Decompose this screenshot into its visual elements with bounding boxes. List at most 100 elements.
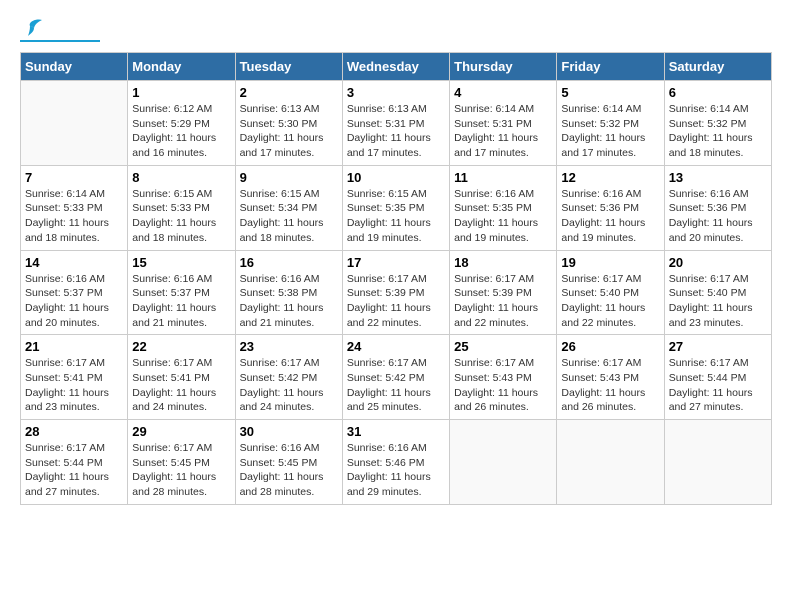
sunrise-text: Sunrise: 6:14 AM (669, 103, 749, 115)
sunrise-text: Sunrise: 6:17 AM (240, 357, 320, 369)
sunrise-text: Sunrise: 6:15 AM (132, 188, 212, 200)
sunset-text: Sunset: 5:32 PM (669, 118, 747, 130)
sunset-text: Sunset: 5:33 PM (132, 202, 210, 214)
day-info: Sunrise: 6:17 AM Sunset: 5:44 PM Dayligh… (25, 441, 123, 500)
day-info: Sunrise: 6:17 AM Sunset: 5:42 PM Dayligh… (240, 356, 338, 415)
day-info: Sunrise: 6:15 AM Sunset: 5:34 PM Dayligh… (240, 187, 338, 246)
calendar-cell: 16 Sunrise: 6:16 AM Sunset: 5:38 PM Dayl… (235, 250, 342, 335)
daylight-text: Daylight: 11 hours and 19 minutes. (561, 217, 645, 244)
day-info: Sunrise: 6:16 AM Sunset: 5:36 PM Dayligh… (561, 187, 659, 246)
day-number: 3 (347, 85, 445, 100)
sunset-text: Sunset: 5:29 PM (132, 118, 210, 130)
calendar-cell: 2 Sunrise: 6:13 AM Sunset: 5:30 PM Dayli… (235, 81, 342, 166)
calendar-cell: 11 Sunrise: 6:16 AM Sunset: 5:35 PM Dayl… (450, 165, 557, 250)
day-number: 17 (347, 255, 445, 270)
calendar-cell: 3 Sunrise: 6:13 AM Sunset: 5:31 PM Dayli… (342, 81, 449, 166)
day-number: 23 (240, 339, 338, 354)
day-info: Sunrise: 6:17 AM Sunset: 5:41 PM Dayligh… (25, 356, 123, 415)
day-info: Sunrise: 6:14 AM Sunset: 5:32 PM Dayligh… (561, 102, 659, 161)
day-number: 4 (454, 85, 552, 100)
sunrise-text: Sunrise: 6:17 AM (132, 442, 212, 454)
calendar-cell: 24 Sunrise: 6:17 AM Sunset: 5:42 PM Dayl… (342, 335, 449, 420)
day-number: 6 (669, 85, 767, 100)
weekday-header-friday: Friday (557, 53, 664, 81)
calendar-cell: 1 Sunrise: 6:12 AM Sunset: 5:29 PM Dayli… (128, 81, 235, 166)
day-number: 22 (132, 339, 230, 354)
day-number: 27 (669, 339, 767, 354)
sunrise-text: Sunrise: 6:16 AM (25, 273, 105, 285)
daylight-text: Daylight: 11 hours and 18 minutes. (240, 217, 324, 244)
calendar-cell: 30 Sunrise: 6:16 AM Sunset: 5:45 PM Dayl… (235, 420, 342, 505)
day-info: Sunrise: 6:17 AM Sunset: 5:43 PM Dayligh… (454, 356, 552, 415)
sunset-text: Sunset: 5:44 PM (25, 457, 103, 469)
calendar-table: SundayMondayTuesdayWednesdayThursdayFrid… (20, 52, 772, 505)
calendar-cell: 9 Sunrise: 6:15 AM Sunset: 5:34 PM Dayli… (235, 165, 342, 250)
day-number: 14 (25, 255, 123, 270)
calendar-cell (664, 420, 771, 505)
sunrise-text: Sunrise: 6:17 AM (347, 357, 427, 369)
day-number: 1 (132, 85, 230, 100)
sunset-text: Sunset: 5:46 PM (347, 457, 425, 469)
daylight-text: Daylight: 11 hours and 17 minutes. (240, 132, 324, 159)
daylight-text: Daylight: 11 hours and 16 minutes. (132, 132, 216, 159)
daylight-text: Daylight: 11 hours and 21 minutes. (240, 302, 324, 329)
day-number: 9 (240, 170, 338, 185)
sunset-text: Sunset: 5:32 PM (561, 118, 639, 130)
sunset-text: Sunset: 5:40 PM (561, 287, 639, 299)
calendar-week-3: 14 Sunrise: 6:16 AM Sunset: 5:37 PM Dayl… (21, 250, 772, 335)
day-info: Sunrise: 6:14 AM Sunset: 5:32 PM Dayligh… (669, 102, 767, 161)
sunrise-text: Sunrise: 6:16 AM (347, 442, 427, 454)
daylight-text: Daylight: 11 hours and 23 minutes. (669, 302, 753, 329)
day-number: 24 (347, 339, 445, 354)
daylight-text: Daylight: 11 hours and 18 minutes. (669, 132, 753, 159)
sunset-text: Sunset: 5:35 PM (347, 202, 425, 214)
page-header (20, 20, 772, 42)
day-number: 25 (454, 339, 552, 354)
day-number: 31 (347, 424, 445, 439)
sunrise-text: Sunrise: 6:17 AM (454, 273, 534, 285)
day-info: Sunrise: 6:17 AM Sunset: 5:41 PM Dayligh… (132, 356, 230, 415)
calendar-cell: 10 Sunrise: 6:15 AM Sunset: 5:35 PM Dayl… (342, 165, 449, 250)
daylight-text: Daylight: 11 hours and 29 minutes. (347, 471, 431, 498)
sunset-text: Sunset: 5:42 PM (240, 372, 318, 384)
weekday-header-wednesday: Wednesday (342, 53, 449, 81)
daylight-text: Daylight: 11 hours and 20 minutes. (25, 302, 109, 329)
day-info: Sunrise: 6:13 AM Sunset: 5:30 PM Dayligh… (240, 102, 338, 161)
day-number: 10 (347, 170, 445, 185)
weekday-header-monday: Monday (128, 53, 235, 81)
weekday-header-tuesday: Tuesday (235, 53, 342, 81)
sunrise-text: Sunrise: 6:17 AM (347, 273, 427, 285)
sunset-text: Sunset: 5:36 PM (669, 202, 747, 214)
calendar-cell: 21 Sunrise: 6:17 AM Sunset: 5:41 PM Dayl… (21, 335, 128, 420)
sunset-text: Sunset: 5:39 PM (454, 287, 532, 299)
day-number: 19 (561, 255, 659, 270)
day-number: 11 (454, 170, 552, 185)
day-number: 29 (132, 424, 230, 439)
day-info: Sunrise: 6:14 AM Sunset: 5:31 PM Dayligh… (454, 102, 552, 161)
sunrise-text: Sunrise: 6:16 AM (240, 273, 320, 285)
sunset-text: Sunset: 5:42 PM (347, 372, 425, 384)
sunset-text: Sunset: 5:43 PM (561, 372, 639, 384)
daylight-text: Daylight: 11 hours and 25 minutes. (347, 387, 431, 414)
daylight-text: Daylight: 11 hours and 24 minutes. (132, 387, 216, 414)
day-number: 20 (669, 255, 767, 270)
sunrise-text: Sunrise: 6:16 AM (669, 188, 749, 200)
sunrise-text: Sunrise: 6:12 AM (132, 103, 212, 115)
day-number: 21 (25, 339, 123, 354)
calendar-cell: 31 Sunrise: 6:16 AM Sunset: 5:46 PM Dayl… (342, 420, 449, 505)
calendar-cell: 13 Sunrise: 6:16 AM Sunset: 5:36 PM Dayl… (664, 165, 771, 250)
sunrise-text: Sunrise: 6:17 AM (132, 357, 212, 369)
weekday-header-thursday: Thursday (450, 53, 557, 81)
daylight-text: Daylight: 11 hours and 18 minutes. (132, 217, 216, 244)
calendar-cell: 15 Sunrise: 6:16 AM Sunset: 5:37 PM Dayl… (128, 250, 235, 335)
sunset-text: Sunset: 5:39 PM (347, 287, 425, 299)
calendar-cell (557, 420, 664, 505)
daylight-text: Daylight: 11 hours and 18 minutes. (25, 217, 109, 244)
day-info: Sunrise: 6:17 AM Sunset: 5:40 PM Dayligh… (669, 272, 767, 331)
calendar-cell: 26 Sunrise: 6:17 AM Sunset: 5:43 PM Dayl… (557, 335, 664, 420)
daylight-text: Daylight: 11 hours and 22 minutes. (347, 302, 431, 329)
daylight-text: Daylight: 11 hours and 23 minutes. (25, 387, 109, 414)
calendar-cell: 18 Sunrise: 6:17 AM Sunset: 5:39 PM Dayl… (450, 250, 557, 335)
sunrise-text: Sunrise: 6:17 AM (25, 442, 105, 454)
sunset-text: Sunset: 5:38 PM (240, 287, 318, 299)
